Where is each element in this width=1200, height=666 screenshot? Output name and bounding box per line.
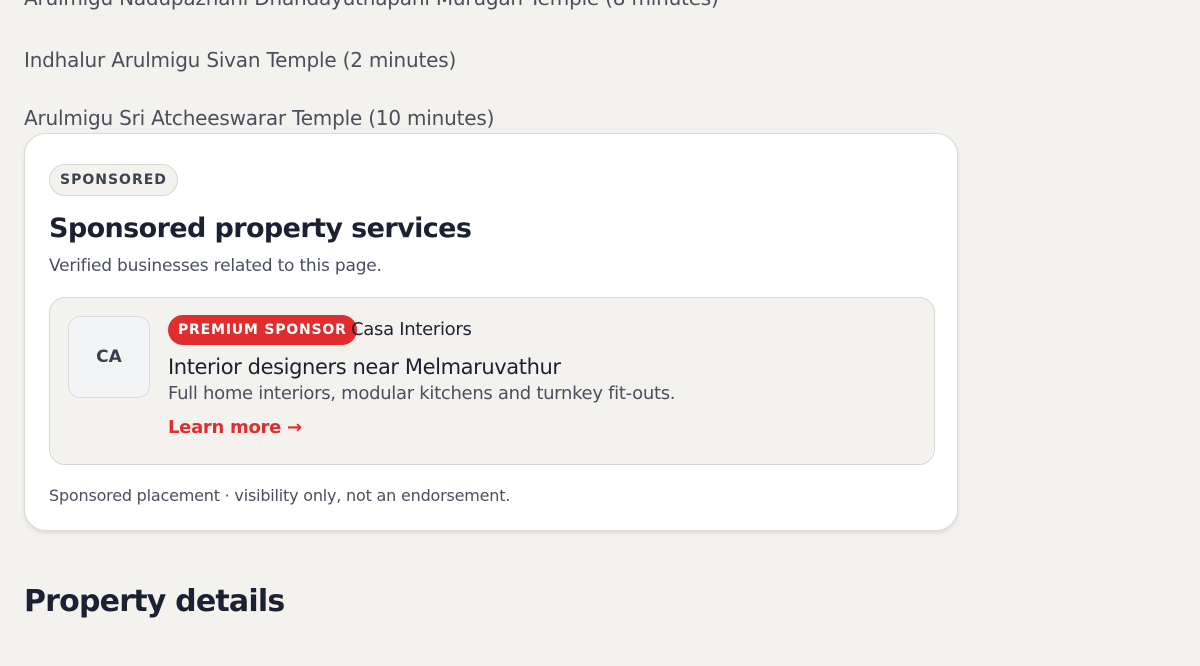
business-name: Casa Interiors <box>351 319 472 340</box>
sponsored-chip: SPONSORED <box>49 164 178 196</box>
nearby-place-item: Arulmigu Sri Atcheeswarar Temple (10 min… <box>24 106 495 130</box>
nearby-place-item: Indhalur Arulmigu Sivan Temple (2 minute… <box>24 48 457 72</box>
sponsored-disclaimer: Sponsored placement · visibility only, n… <box>49 486 511 505</box>
premium-sponsor-badge: PREMIUM SPONSOR <box>168 315 357 345</box>
sponsored-card-subtitle: Verified businesses related to this page… <box>49 256 382 276</box>
listing-description: Full home interiors, modular kitchens an… <box>168 383 676 404</box>
nearby-place-item: Arulmigu Nadupazhani Dhandayuthapani Mur… <box>24 0 719 10</box>
sponsor-listing[interactable]: CA PREMIUM SPONSOR Casa Interiors Interi… <box>49 297 935 465</box>
business-avatar: CA <box>68 316 150 398</box>
learn-more-link[interactable]: Learn more → <box>168 416 302 440</box>
property-details-heading: Property details <box>24 584 285 619</box>
listing-headline: Interior designers near Melmaruvathur <box>168 355 561 379</box>
sponsored-services-card: SPONSORED Sponsored property services Ve… <box>24 133 958 531</box>
sponsored-card-title: Sponsored property services <box>49 213 472 244</box>
